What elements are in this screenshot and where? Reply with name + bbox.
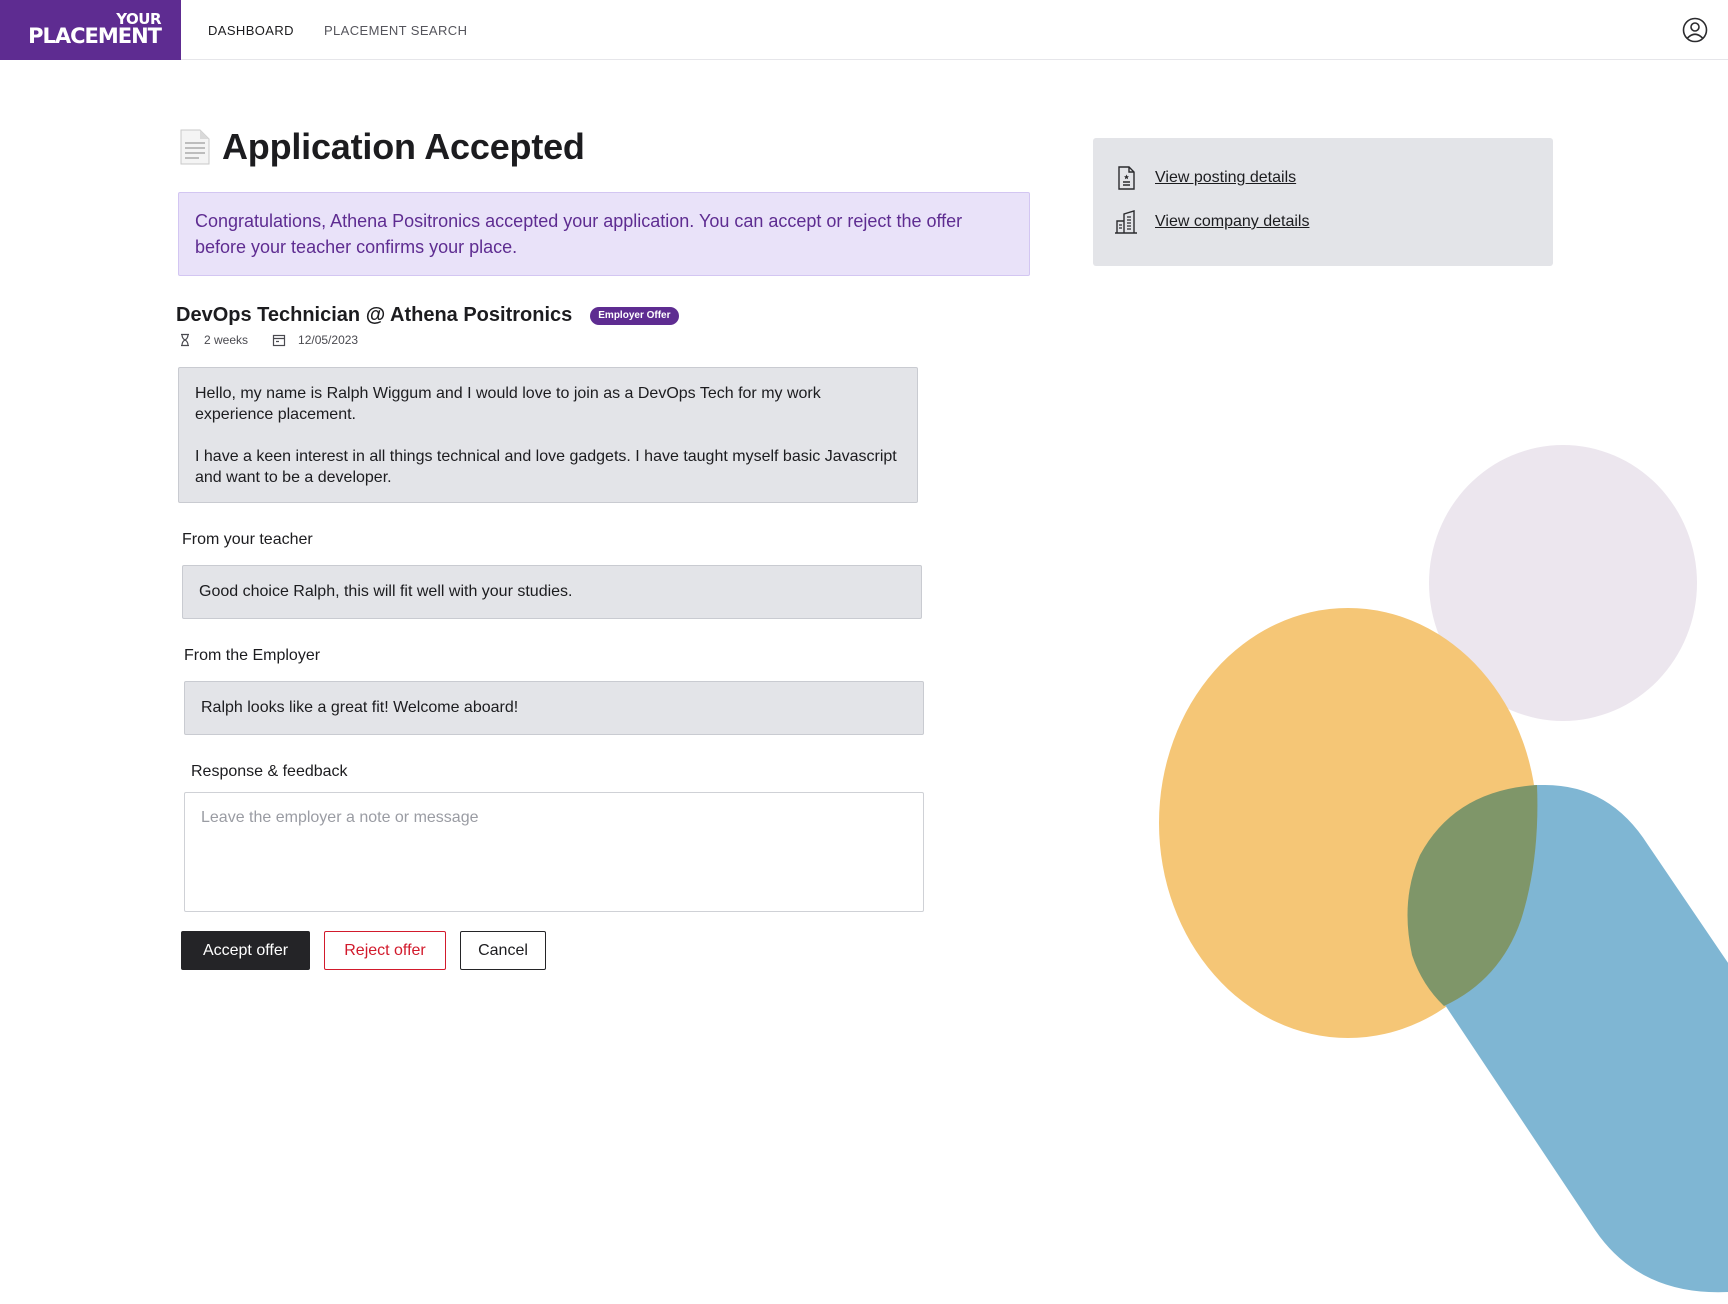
- response-label: Response & feedback: [191, 763, 348, 780]
- overlap-green-shape: [1407, 785, 1538, 1006]
- view-posting-details-link[interactable]: View posting details: [1113, 166, 1533, 190]
- job-meta: 2 weeks 12/05/2023: [178, 333, 382, 347]
- teacher-label: From your teacher: [182, 531, 313, 548]
- duration-meta: 2 weeks: [178, 333, 248, 347]
- job-heading: DevOps Technician @ Athena Positronics E…: [176, 304, 679, 327]
- date-meta: 12/05/2023: [272, 333, 358, 347]
- main-nav: DASHBOARD PLACEMENT SEARCH: [208, 0, 467, 60]
- view-company-details-label: View company details: [1155, 213, 1310, 230]
- hourglass-icon: [181, 333, 189, 347]
- duration-text: 2 weeks: [204, 333, 249, 347]
- document-emoji-icon: [180, 129, 210, 165]
- response-textarea[interactable]: [184, 792, 924, 912]
- employer-message: Ralph looks like a great fit! Welcome ab…: [184, 681, 924, 735]
- blue-pill-shape: [1415, 785, 1728, 1293]
- view-posting-details-label: View posting details: [1155, 169, 1297, 186]
- application-message: Hello, my name is Ralph Wiggum and I wou…: [178, 367, 918, 503]
- reject-offer-button[interactable]: Reject offer: [324, 931, 446, 970]
- employer-label: From the Employer: [184, 647, 321, 664]
- nav-placement-search-link[interactable]: PLACEMENT SEARCH: [324, 23, 467, 38]
- lavender-circle: [1429, 445, 1697, 721]
- page-title: Application Accepted: [178, 126, 585, 168]
- calendar-icon: [272, 334, 286, 347]
- application-paragraph: Hello, my name is Ralph Wiggum and I wou…: [195, 385, 821, 423]
- accept-offer-button[interactable]: Accept offer: [181, 931, 310, 970]
- view-company-details-link[interactable]: View company details: [1113, 210, 1533, 234]
- date-text: 12/05/2023: [298, 333, 359, 347]
- teacher-message: Good choice Ralph, this will fit well wi…: [182, 565, 922, 619]
- application-paragraph: I have a keen interest in all things tec…: [195, 448, 897, 486]
- details-panel: View posting details View company detail…: [1093, 138, 1553, 266]
- nav-dashboard-link[interactable]: DASHBOARD: [208, 23, 294, 38]
- orange-ellipse: [1159, 608, 1537, 1038]
- user-avatar-icon[interactable]: [1682, 17, 1708, 43]
- cancel-button[interactable]: Cancel: [460, 931, 546, 970]
- acceptance-alert: Congratulations, Athena Positronics acce…: [178, 192, 1030, 276]
- app-logo[interactable]: YOUR PLACEMENT: [0, 0, 181, 60]
- document-icon: [1118, 166, 1135, 190]
- page-heading: Application Accepted: [222, 126, 585, 167]
- status-badge: Employer Offer: [590, 306, 679, 325]
- top-navigation-bar: YOUR PLACEMENT DASHBOARD PLACEMENT SEARC…: [0, 0, 1728, 60]
- building-icon: [1115, 210, 1137, 234]
- logo-text-bottom: PLACEMENT: [28, 24, 162, 48]
- job-title: DevOps Technician @ Athena Positronics: [176, 304, 573, 326]
